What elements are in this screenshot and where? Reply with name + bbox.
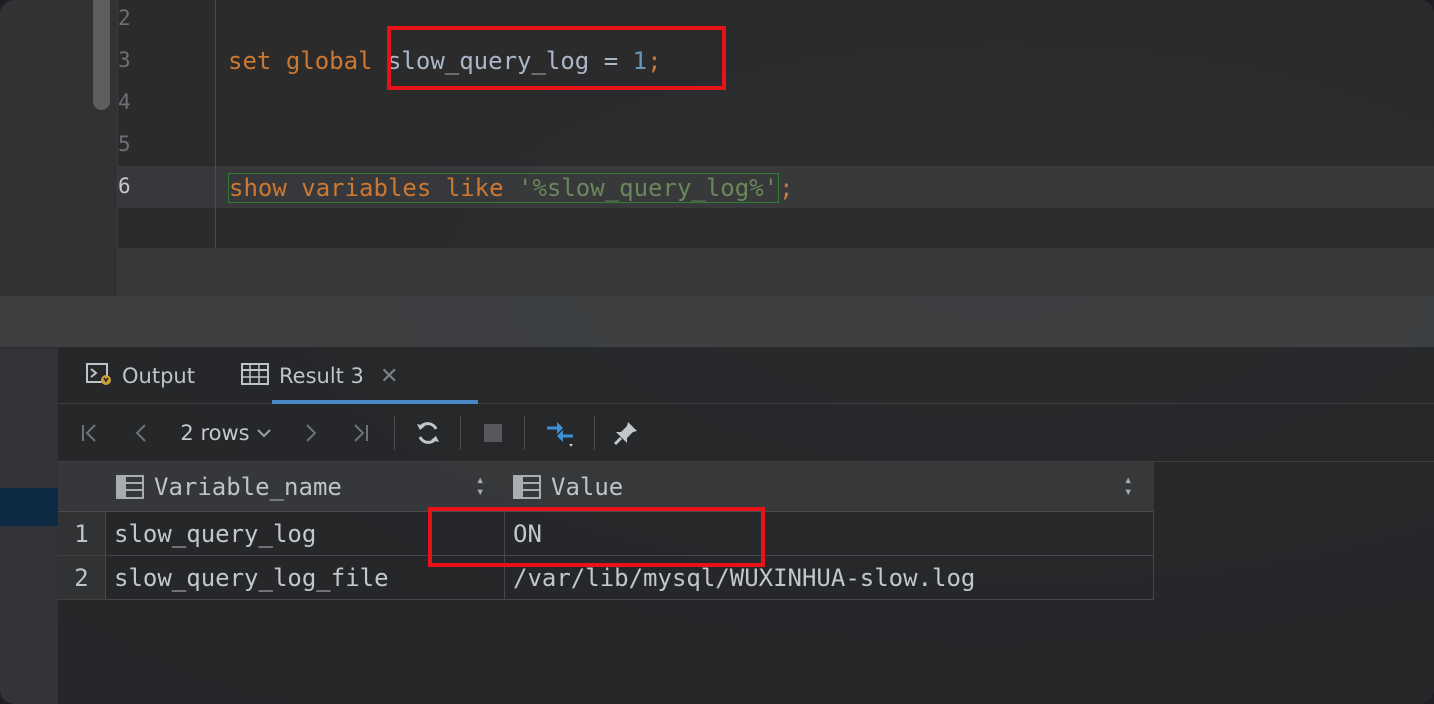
compare-arrows-icon[interactable] [542,416,578,450]
line-number-active: 6 [118,174,131,198]
last-page-icon[interactable] [346,416,374,450]
editor-empty-area [118,248,1434,296]
column-table-icon [116,475,144,499]
panel-splitter[interactable] [0,296,1434,348]
close-tab-icon[interactable]: ✕ [380,364,398,389]
rows-count-label: 2 rows [180,421,250,445]
rows-dropdown[interactable]: 2 rows [176,416,276,450]
previous-page-icon[interactable] [128,416,154,450]
toolbar-separator [524,416,525,450]
screenshot-frame: 2 3 4 5 6 set global slow_query_log = 1;… [0,0,1434,704]
tab-result-3[interactable]: Result 3 ✕ [241,348,398,404]
toolbar-separator [594,416,595,450]
pin-icon[interactable] [610,416,642,450]
column-divider [1153,512,1154,600]
sort-toggle-icon[interactable]: ▴ ▾ [476,473,484,499]
result-toolbar: 2 rows [58,404,1434,462]
highlight-box-value-on [428,507,765,567]
column-header-value[interactable]: Value [513,462,623,512]
keyword-show: show [229,174,287,202]
column-header-label: Value [551,473,624,501]
stop-icon[interactable] [478,416,508,450]
refresh-icon[interactable] [412,416,444,450]
grid-header: Variable_name ▴ ▾ Value ▴ ▾ [58,462,1154,512]
row-number: 1 [58,512,106,556]
column-table-icon [513,475,541,499]
editor-scrollbar-thumb[interactable] [93,0,110,110]
semicolon: ; [779,174,794,202]
line-number: 3 [118,48,131,72]
keyword-global: global [285,47,373,75]
column-header-label: Variable_name [154,473,342,501]
sort-toggle-icon[interactable]: ▴ ▾ [1124,473,1132,499]
next-page-icon[interactable] [298,416,324,450]
tab-output-label: Output [122,364,195,388]
cell-variable-name[interactable]: slow_query_log_file [114,556,389,600]
line-number: 2 [118,6,131,30]
keyword-set: set [228,47,272,75]
cell-variable-name[interactable]: slow_query_log [114,512,316,556]
output-console-icon [86,362,112,391]
code-line-6[interactable]: show variables like '%slow_query_log%'; [228,173,794,203]
tab-output[interactable]: Output [86,348,195,404]
tool-window-strip [0,348,58,704]
result-tabs: Output Result 3 ✕ [58,348,1434,404]
keyword-like: like [445,174,504,202]
toolbar-separator [460,416,461,450]
sql-editor[interactable]: 2 3 4 5 6 set global slow_query_log = 1;… [0,0,1434,296]
column-header-variable-name[interactable]: Variable_name [116,462,342,512]
tab-result-3-label: Result 3 [279,364,364,388]
current-statement-box: show variables like '%slow_query_log%' [228,173,780,203]
line-number: 4 [118,90,131,114]
highlight-box-set-statement [387,26,726,90]
toolbar-separator [394,416,395,450]
keyword-variables: variables [301,174,432,202]
string-literal: '%slow_query_log%' [518,174,779,202]
table-grid-icon [241,362,269,390]
indent-guide [215,0,216,250]
first-page-icon[interactable] [76,416,104,450]
line-number: 5 [118,132,131,156]
rows-dropdown-chevron-icon [256,429,271,438]
results-panel: Output Result 3 ✕ 2 rows Variable_name ▴… [0,348,1434,704]
tool-window-selection [0,488,58,526]
row-number: 2 [58,556,106,600]
